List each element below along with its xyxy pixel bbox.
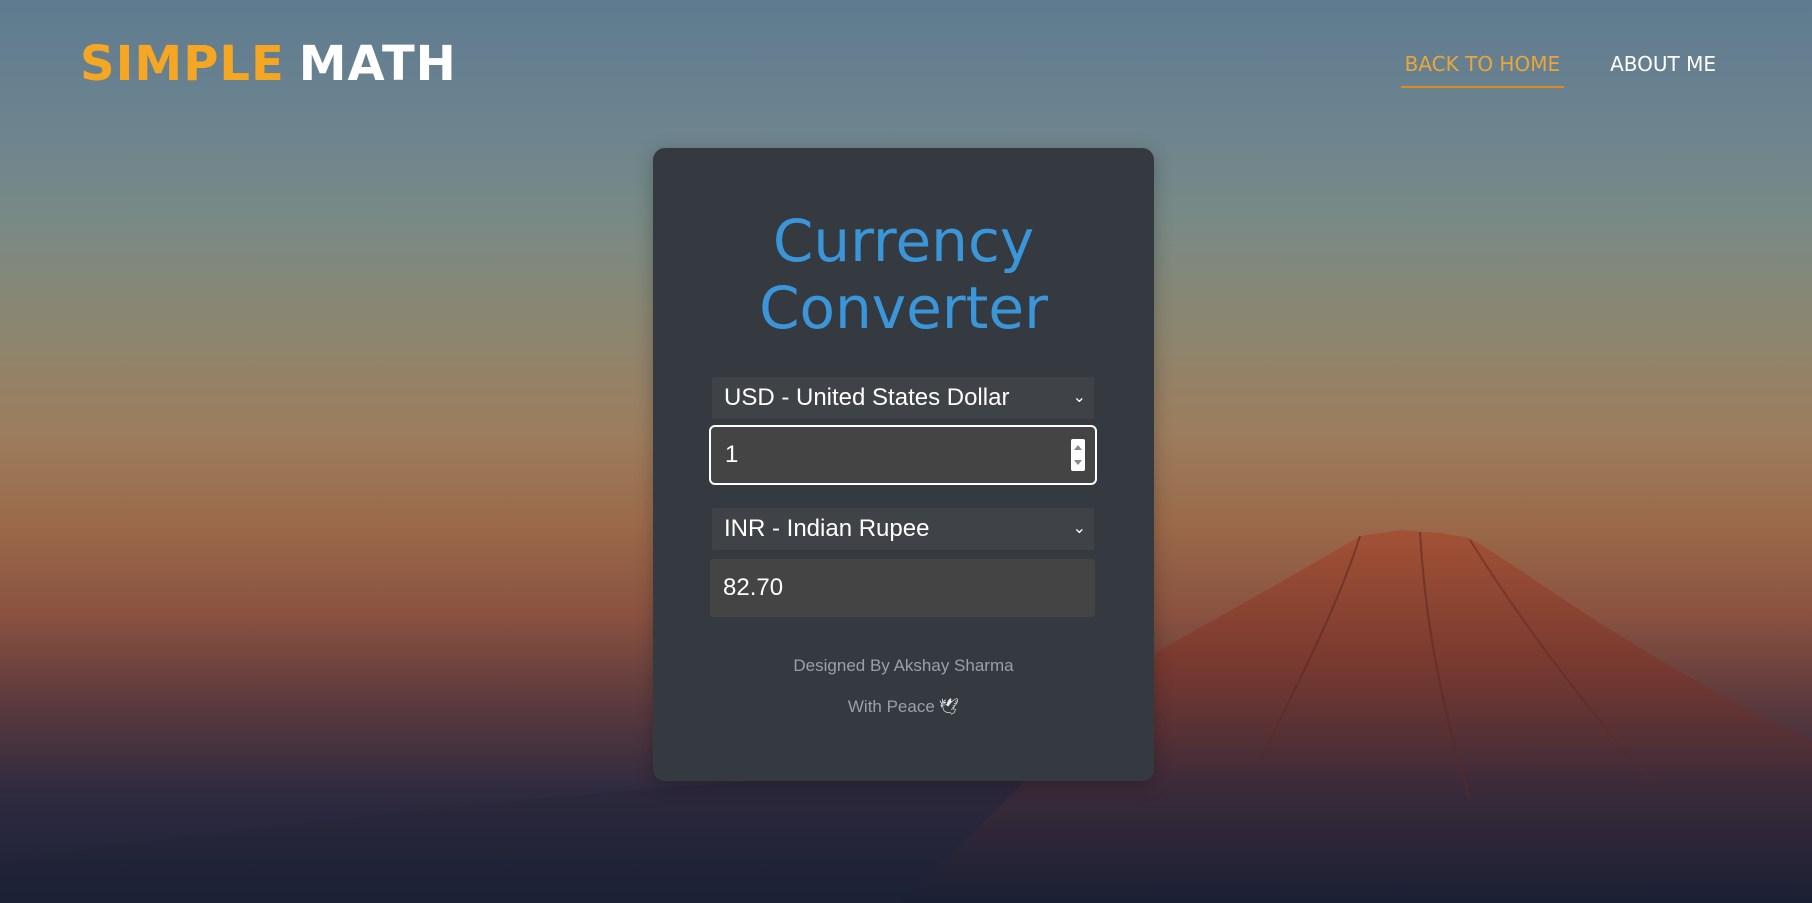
from-currency-select[interactable]: USD - United States Dollar ⌄ xyxy=(712,377,1094,419)
nav-link-back-to-home[interactable]: BACK TO HOME xyxy=(1400,52,1565,88)
page: SIMPLE MATH BACK TO HOME ABOUT ME Currenc… xyxy=(0,0,1812,903)
logo-part-simple: SIMPLE xyxy=(80,36,285,92)
converter-card: Currency Converter USD - United States D… xyxy=(653,148,1154,781)
spinner-down-icon[interactable] xyxy=(1074,460,1082,465)
title-line-1: Currency xyxy=(772,207,1035,275)
chevron-down-icon: ⌄ xyxy=(1072,520,1086,537)
nav-link-about-me[interactable]: ABOUT ME xyxy=(1606,52,1720,88)
amount-spinner[interactable] xyxy=(1071,439,1085,471)
site-logo[interactable]: SIMPLE MATH xyxy=(80,36,457,92)
amount-input[interactable]: 1 xyxy=(709,425,1097,485)
to-currency-select[interactable]: INR - Indian Rupee ⌄ xyxy=(712,508,1094,550)
amount-value: 1 xyxy=(725,441,739,468)
from-currency-value: USD - United States Dollar xyxy=(724,384,1010,411)
tagline: With Peace 🕊 xyxy=(653,697,1154,717)
chevron-down-icon: ⌄ xyxy=(1072,389,1086,406)
title-line-2: Converter xyxy=(759,274,1048,342)
converter-title: Currency Converter xyxy=(653,208,1154,342)
designer-credit: Designed By Akshay Sharma xyxy=(793,656,1014,675)
to-currency-value: INR - Indian Rupee xyxy=(724,515,930,542)
spinner-up-icon[interactable] xyxy=(1074,445,1082,450)
top-nav: BACK TO HOME ABOUT ME xyxy=(1400,52,1720,88)
dove-icon: 🕊 xyxy=(938,699,960,716)
logo-part-math: MATH xyxy=(298,36,457,92)
tagline-text: With Peace xyxy=(847,697,935,716)
converted-result-field: 82.70 xyxy=(710,559,1095,617)
converted-result-value: 82.70 xyxy=(723,574,784,601)
